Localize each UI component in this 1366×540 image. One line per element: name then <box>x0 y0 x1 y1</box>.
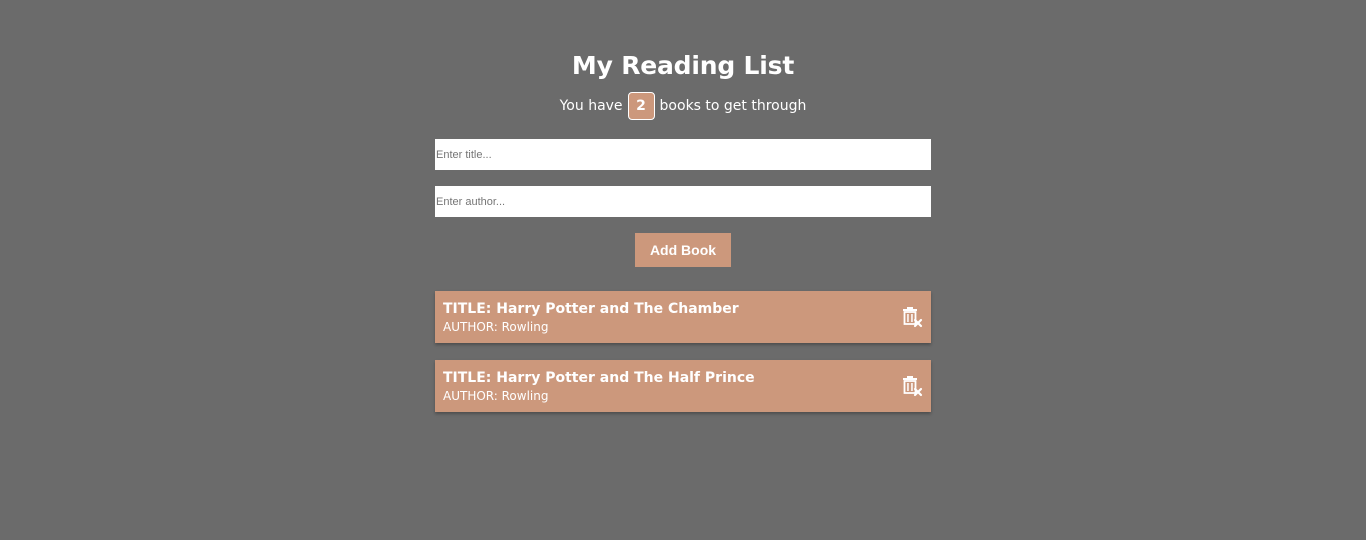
header: My Reading List You have 2 books to get … <box>0 50 1366 120</box>
delete-book-button[interactable] <box>901 375 923 397</box>
add-book-button[interactable]: Add Book <box>635 233 731 267</box>
page-title: My Reading List <box>571 51 795 80</box>
add-book-form: Add Book <box>435 139 931 267</box>
author-input[interactable] <box>435 186 931 217</box>
trash-delete-icon <box>903 376 923 397</box>
subtitle-suffix: books to get through <box>659 98 807 114</box>
title-input[interactable] <box>435 139 931 170</box>
trash-delete-icon <box>903 307 923 328</box>
book-count-summary: You have 2 books to get through <box>0 92 1366 120</box>
subtitle-prefix: You have <box>559 98 623 114</box>
book-author: AUTHOR: Rowling <box>443 389 549 403</box>
delete-book-button[interactable] <box>901 306 923 328</box>
book-title: TITLE: Harry Potter and The Half Prince <box>443 370 755 386</box>
book-list-item: TITLE: Harry Potter and The Half Prince … <box>435 360 931 412</box>
book-author: AUTHOR: Rowling <box>443 320 549 334</box>
book-list: TITLE: Harry Potter and The Chamber AUTH… <box>435 291 931 429</box>
reading-list-app: My Reading List You have 2 books to get … <box>0 0 1366 540</box>
book-title: TITLE: Harry Potter and The Chamber <box>443 301 739 317</box>
book-list-item: TITLE: Harry Potter and The Chamber AUTH… <box>435 291 931 343</box>
book-count-badge: 2 <box>627 92 655 120</box>
